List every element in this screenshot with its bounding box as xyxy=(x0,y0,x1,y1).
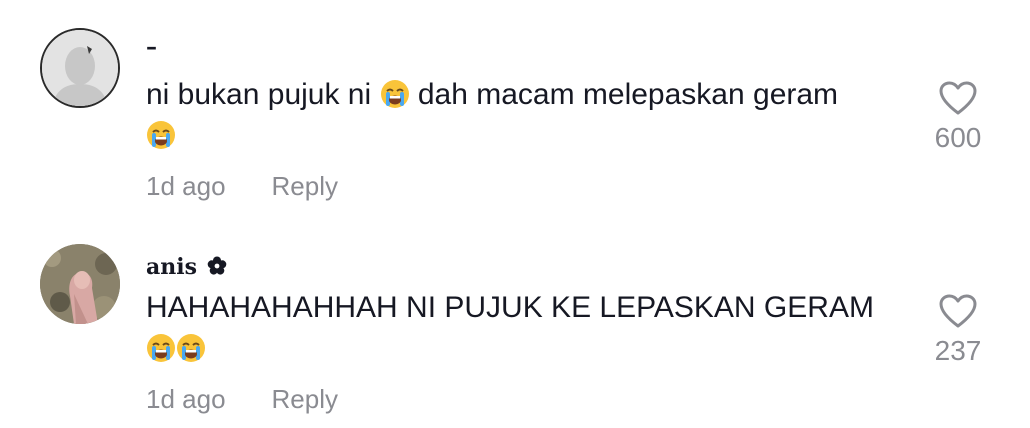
comment-text-segment: dah macam melepaskan geram xyxy=(409,78,839,111)
comment-meta: 1d ago Reply xyxy=(146,384,338,415)
comment-username[interactable]: – xyxy=(146,34,157,60)
avatar[interactable] xyxy=(40,244,120,324)
loudly-crying-face-emoji xyxy=(147,121,175,149)
reply-button[interactable]: Reply xyxy=(272,384,338,414)
comment-username[interactable]: anis xyxy=(146,254,227,280)
comment-meta: 1d ago Reply xyxy=(146,171,338,202)
loudly-crying-face-emoji xyxy=(380,80,409,108)
comment-text: ni bukan pujuk ni dah macam melepaskan g… xyxy=(146,74,906,156)
like-count: 600 xyxy=(934,122,982,153)
comment-timestamp: 1d ago xyxy=(146,171,226,201)
username-text: – xyxy=(146,34,157,60)
username-text: anis xyxy=(146,254,197,280)
flower-icon xyxy=(207,256,226,275)
loudly-crying-face-emoji xyxy=(177,334,205,362)
user-photo xyxy=(40,244,120,324)
heart-outline-icon xyxy=(939,294,977,328)
comment-text: HAHAHAHAHHAH NI PUJUK KE LEPASKAN GERAM xyxy=(146,287,906,369)
like-button[interactable]: 237 xyxy=(930,293,986,367)
comment-item: – ni bukan pujuk ni dah macam melepaskan… xyxy=(0,0,1030,214)
comment-timestamp: 1d ago xyxy=(146,384,226,414)
comment-item: anis HAHAHAHAHHAH NI PUJUK KE LEPASKAN G… xyxy=(0,214,1030,428)
loudly-crying-face-emoji xyxy=(147,334,175,362)
reply-button[interactable]: Reply xyxy=(272,171,338,201)
like-count: 237 xyxy=(934,335,982,366)
avatar[interactable] xyxy=(40,28,120,108)
comment-text-segment: ni bukan pujuk ni xyxy=(146,78,380,111)
like-button[interactable]: 600 xyxy=(930,80,986,154)
comment-text-segment: HAHAHAHAHHAH NI PUJUK KE LEPASKAN GERAM xyxy=(146,291,874,324)
heart-outline-icon xyxy=(939,81,977,115)
default-avatar-icon xyxy=(42,30,118,106)
